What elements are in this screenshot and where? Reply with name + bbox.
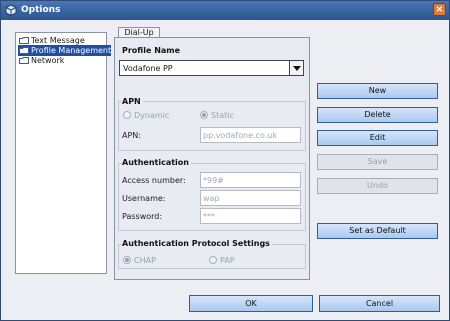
apn-group (118, 101, 306, 151)
dynamic-label: Dynamic (134, 111, 170, 120)
apn-input[interactable]: pp.vodafone.co.uk (200, 127, 301, 143)
options-tree[interactable]: Text Message Profile Management Network (15, 32, 112, 274)
cancel-button[interactable]: Cancel (319, 295, 440, 312)
window-title: Options (21, 5, 61, 15)
save-button[interactable]: Save (317, 154, 438, 170)
pap-label: PAP (220, 256, 235, 265)
folder-icon (19, 37, 29, 44)
ok-button[interactable]: OK (189, 295, 313, 312)
username-input[interactable]: wap (200, 190, 301, 206)
pap-radio[interactable] (209, 256, 217, 264)
close-button[interactable]: × (433, 3, 446, 16)
profile-select[interactable]: Vodafone PP (119, 60, 304, 76)
new-button[interactable]: New (317, 83, 438, 99)
undo-button[interactable]: Undo (317, 178, 438, 194)
tree-item-label: Text Message (31, 36, 85, 45)
tree-item-label: Network (31, 56, 65, 65)
title-bar[interactable]: Options × (1, 1, 449, 20)
close-icon: × (435, 4, 444, 15)
folder-icon (19, 47, 29, 54)
tree-item-label: Profile Management (31, 46, 112, 55)
tree-item-network[interactable]: Network (18, 55, 64, 66)
authentication-heading: Authentication (122, 158, 191, 167)
static-radio[interactable] (200, 111, 208, 119)
apn-field-label: APN: (122, 131, 141, 140)
access-number-label: Access number: (122, 176, 186, 185)
options-dialog: Options × Text Message Profile Managemen… (0, 0, 450, 321)
username-label: Username: (122, 194, 166, 203)
set-as-default-button[interactable]: Set as Default (317, 223, 438, 239)
apn-heading: APN (122, 97, 143, 106)
chevron-down-icon[interactable] (289, 61, 303, 75)
password-input[interactable]: *** (200, 208, 301, 224)
profile-name-heading: Profile Name (122, 46, 181, 55)
chap-label: CHAP (134, 256, 156, 265)
folder-icon (19, 57, 29, 64)
profile-select-value: Vodafone PP (123, 64, 173, 73)
dynamic-radio[interactable] (123, 111, 131, 119)
access-number-input[interactable]: *99# (200, 172, 301, 188)
protocol-heading: Authentication Protocol Settings (122, 239, 272, 248)
app-icon (5, 4, 17, 16)
delete-button[interactable]: Delete (317, 107, 438, 123)
edit-button[interactable]: Edit (317, 130, 438, 146)
chap-radio[interactable] (123, 256, 131, 264)
static-label: Static (211, 111, 234, 120)
password-label: Password: (122, 212, 163, 221)
